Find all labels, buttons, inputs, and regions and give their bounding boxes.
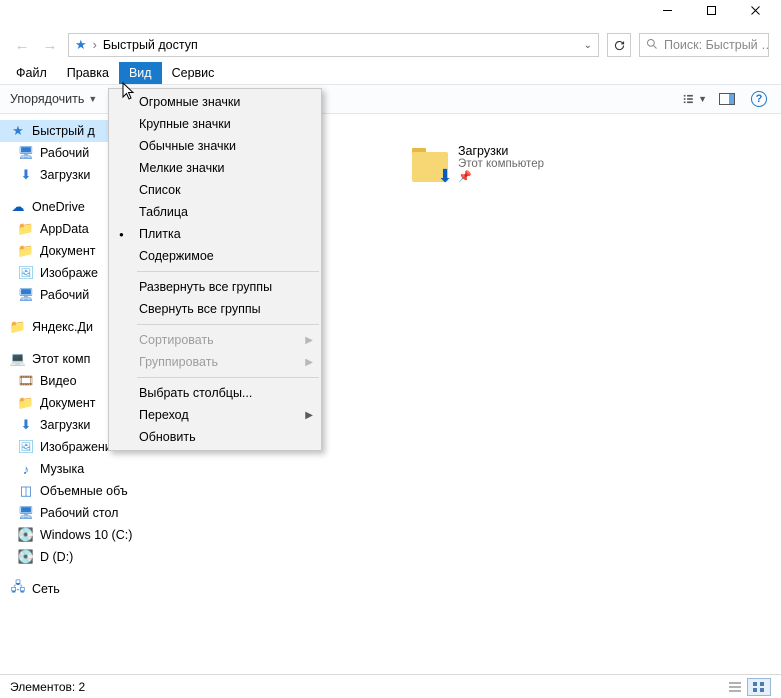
drive-icon: 💽 bbox=[18, 527, 34, 543]
status-items: Элементов: 2 bbox=[10, 680, 85, 694]
tree-desktop3[interactable]: 🖥Рабочий стол bbox=[0, 502, 140, 524]
navigation-row: ← → ★ › Быстрый доступ ⌄ Поиск: Быстрый … bbox=[0, 28, 781, 62]
drive-icon: 💽 bbox=[18, 549, 34, 565]
image-icon: 🖼 bbox=[18, 439, 34, 455]
menu-service[interactable]: Сервис bbox=[162, 62, 225, 84]
dd-refresh[interactable]: Обновить bbox=[109, 426, 321, 448]
menu-file[interactable]: Файл bbox=[6, 62, 57, 84]
folder-icon: 📁 bbox=[18, 395, 34, 411]
music-icon: ♪ bbox=[18, 461, 34, 477]
menu-edit[interactable]: Правка bbox=[57, 62, 119, 84]
dd-goto[interactable]: Переход▶ bbox=[109, 404, 321, 426]
search-icon bbox=[646, 38, 658, 53]
statusbar-icons-view[interactable] bbox=[747, 678, 771, 696]
video-icon: 🎞 bbox=[18, 373, 34, 389]
desktop-icon: 🖥 bbox=[18, 287, 34, 303]
breadcrumb-separator: › bbox=[93, 38, 97, 52]
tree-ddrive[interactable]: 💽D (D:) bbox=[0, 546, 140, 568]
image-icon: 🖼 bbox=[18, 265, 34, 281]
folder-icon: 📁 bbox=[18, 221, 34, 237]
view-dropdown: Огромные значки Крупные значки Обычные з… bbox=[108, 88, 322, 451]
folder-icon: ⬇ bbox=[410, 146, 450, 182]
folder-icon: 📁 bbox=[18, 243, 34, 259]
chevron-right-icon: ▶ bbox=[305, 410, 313, 421]
desktop-icon: 🖥 bbox=[18, 505, 34, 521]
tree-music[interactable]: ♪Музыка bbox=[0, 458, 140, 480]
network-icon: 🖧 bbox=[10, 581, 26, 597]
maximize-button[interactable] bbox=[689, 0, 733, 20]
tree-network[interactable]: 🖧Сеть bbox=[0, 578, 140, 600]
folder-icon: 📁 bbox=[10, 319, 26, 335]
dd-list[interactable]: Список bbox=[109, 179, 321, 201]
tree-cdrive[interactable]: 💽Windows 10 (C:) bbox=[0, 524, 140, 546]
dd-separator bbox=[137, 271, 319, 272]
forward-button[interactable]: → bbox=[40, 35, 60, 55]
statusbar-details-view[interactable] bbox=[723, 678, 747, 696]
help-icon: ? bbox=[751, 91, 767, 107]
menubar: Файл Правка Вид Сервис bbox=[0, 62, 781, 84]
close-button[interactable] bbox=[733, 0, 777, 20]
folder-name: Загрузки bbox=[458, 144, 544, 158]
pc-icon: 💻 bbox=[10, 351, 26, 367]
cube-icon: ◫ bbox=[18, 483, 34, 499]
status-bar: Элементов: 2 bbox=[0, 674, 781, 698]
chevron-right-icon: ▶ bbox=[305, 335, 313, 346]
breadcrumb[interactable]: Быстрый доступ bbox=[103, 38, 198, 52]
refresh-button[interactable] bbox=[607, 33, 631, 57]
dd-separator bbox=[137, 324, 319, 325]
chevron-down-icon: ▼ bbox=[88, 94, 97, 104]
preview-pane-button[interactable] bbox=[715, 88, 739, 110]
download-icon: ⬇ bbox=[18, 167, 34, 183]
quick-access-icon: ★ bbox=[75, 37, 87, 53]
minimize-button[interactable] bbox=[645, 0, 689, 20]
dd-collapse-groups[interactable]: Свернуть все группы bbox=[109, 298, 321, 320]
tree-volumes[interactable]: ◫Объемные объ bbox=[0, 480, 140, 502]
star-icon: ★ bbox=[10, 123, 26, 139]
dd-normal-icons[interactable]: Обычные значки bbox=[109, 135, 321, 157]
dd-small-icons[interactable]: Мелкие значки bbox=[109, 157, 321, 179]
search-input[interactable]: Поиск: Быстрый … bbox=[639, 33, 769, 57]
desktop-icon: 🖥 bbox=[18, 145, 34, 161]
address-dropdown-button[interactable]: ⌄ bbox=[584, 40, 592, 51]
dd-large-icons[interactable]: Крупные значки bbox=[109, 113, 321, 135]
download-icon: ⬇ bbox=[18, 417, 34, 433]
view-options-button[interactable]: ▼ bbox=[683, 88, 707, 110]
chevron-right-icon: ▶ bbox=[305, 357, 313, 368]
dd-tile[interactable]: ●Плитка bbox=[109, 223, 321, 245]
dd-content[interactable]: Содержимое bbox=[109, 245, 321, 267]
window-titlebar bbox=[0, 0, 781, 28]
dd-sort: Сортировать▶ bbox=[109, 329, 321, 351]
organize-label: Упорядочить bbox=[10, 92, 84, 106]
back-button[interactable]: ← bbox=[12, 35, 32, 55]
menu-view[interactable]: Вид bbox=[119, 62, 162, 84]
address-bar[interactable]: ★ › Быстрый доступ ⌄ bbox=[68, 33, 599, 57]
dd-columns[interactable]: Выбрать столбцы... bbox=[109, 382, 321, 404]
help-button[interactable]: ? bbox=[747, 88, 771, 110]
dd-table[interactable]: Таблица bbox=[109, 201, 321, 223]
chevron-down-icon: ▼ bbox=[698, 94, 707, 104]
organize-button[interactable]: Упорядочить ▼ bbox=[10, 92, 97, 106]
dd-separator bbox=[137, 377, 319, 378]
download-badge-icon: ⬇ bbox=[436, 168, 454, 186]
dd-huge-icons[interactable]: Огромные значки bbox=[109, 91, 321, 113]
dd-expand-groups[interactable]: Развернуть все группы bbox=[109, 276, 321, 298]
pin-icon: 📌 bbox=[458, 170, 544, 183]
search-placeholder: Поиск: Быстрый … bbox=[664, 38, 769, 52]
bullet-icon: ● bbox=[119, 230, 124, 239]
folder-sub: Этот компьютер bbox=[458, 158, 544, 170]
folder-item-downloads[interactable]: ⬇ Загрузки Этот компьютер 📌 bbox=[410, 144, 544, 183]
dd-group: Группировать▶ bbox=[109, 351, 321, 373]
cloud-icon: ☁ bbox=[10, 199, 26, 215]
